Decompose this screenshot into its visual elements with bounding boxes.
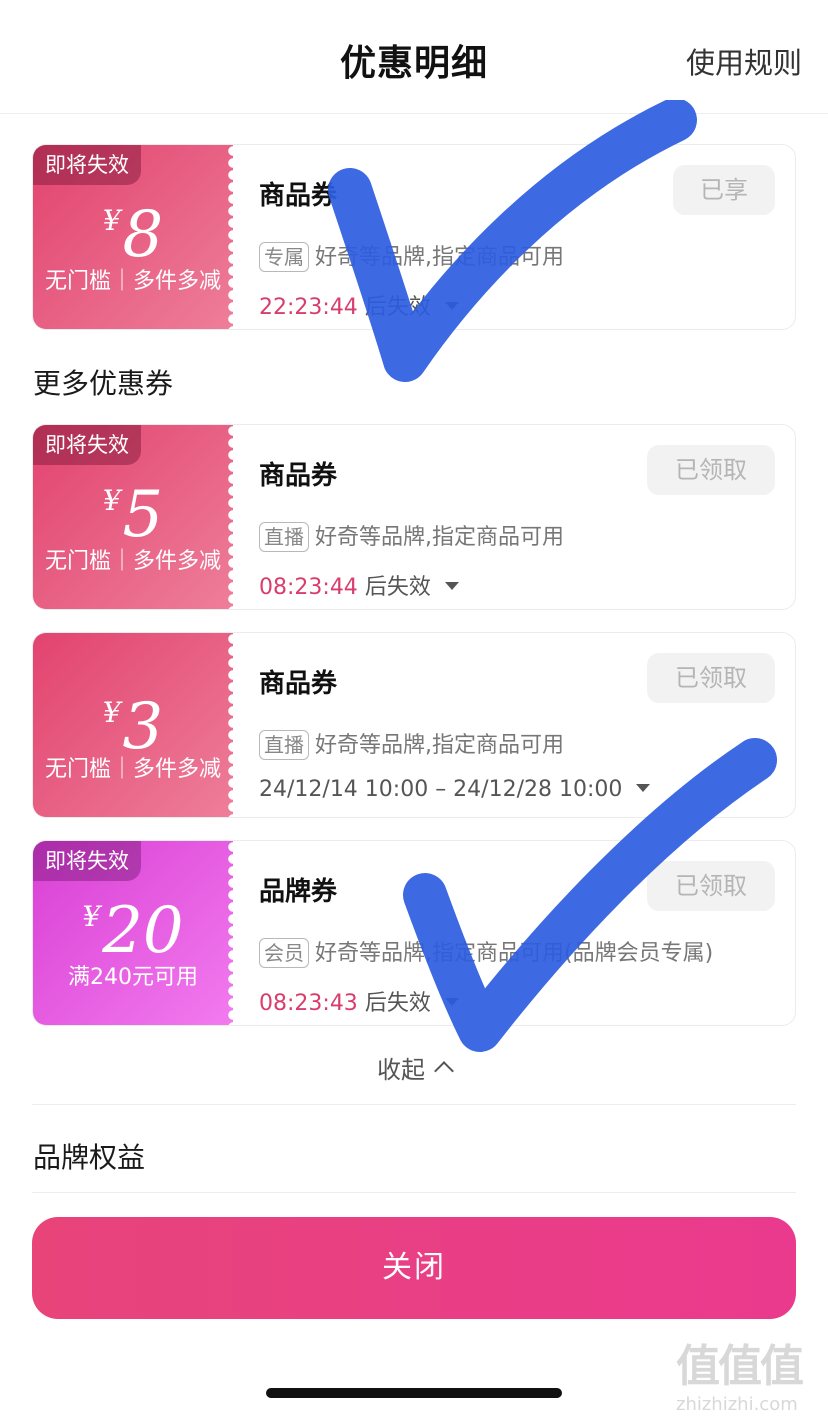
coupon-card[interactable]: 即将失效 ¥8 无门槛｜多件多减 商品券 已享 专属 好奇等品牌,指定商品可用 2… — [32, 144, 796, 330]
expiring-badge: 即将失效 — [33, 145, 141, 185]
coupon-stub: 即将失效 ¥20 满240元可用 — [33, 841, 233, 1025]
coupon-card[interactable]: 即将失效 ¥5 无门槛｜多件多减 商品券 已领取 直播 好奇等品牌,指定商品可用 … — [32, 424, 796, 610]
coupon-description: 直播 好奇等品牌,指定商品可用 — [259, 727, 564, 760]
coupon-description: 直播 好奇等品牌,指定商品可用 — [259, 519, 564, 552]
coupon-name: 商品券 — [259, 181, 338, 211]
currency-symbol: ¥ — [102, 204, 121, 237]
home-indicator — [266, 1388, 562, 1398]
dropdown-caret-icon — [444, 998, 459, 1006]
coupon-time-toggle[interactable]: 08:23:43 后失效 — [259, 985, 459, 1017]
close-button[interactable]: 关闭 — [32, 1217, 796, 1319]
coupon-name: 商品券 — [259, 461, 338, 491]
usage-rules-link[interactable]: 使用规则 — [686, 40, 802, 82]
perforation-edge — [227, 425, 233, 609]
coupon-amount: ¥5 — [33, 465, 233, 551]
expiring-badge: 即将失效 — [33, 841, 141, 881]
amount-value: 8 — [122, 198, 164, 272]
coupon-body: 商品券 已享 专属 好奇等品牌,指定商品可用 22:23:44 后失效 — [259, 145, 795, 329]
coupon-body: 商品券 已领取 直播 好奇等品牌,指定商品可用 08:23:44 后失效 — [259, 425, 795, 609]
coupon-detail-sheet: 优惠明细 使用规则 即将失效 ¥8 无门槛｜多件多减 商品券 已享 专属 好奇等品… — [0, 0, 828, 1416]
currency-symbol: ¥ — [82, 900, 101, 933]
coupon-claimed-button[interactable]: 已领取 — [647, 653, 775, 703]
perforation-edge — [227, 633, 233, 817]
section-divider — [32, 1104, 796, 1105]
site-watermark: 值值值 zhizhizhi.com — [676, 1330, 822, 1415]
coupon-card[interactable]: ¥3 无门槛｜多件多减 商品券 已领取 直播 好奇等品牌,指定商品可用 24/12… — [32, 632, 796, 818]
perforation-edge — [227, 841, 233, 1025]
coupon-time-toggle[interactable]: 22:23:44 后失效 — [259, 289, 459, 321]
dropdown-caret-icon — [444, 302, 459, 310]
sheet-header: 优惠明细 使用规则 — [0, 0, 828, 114]
coupon-tag: 会员 — [259, 938, 309, 968]
coupon-desc-text: 好奇等品牌,指定商品可用(品牌会员专属) — [315, 941, 714, 966]
coupon-tag: 专属 — [259, 242, 309, 272]
coupon-stub: ¥3 无门槛｜多件多减 — [33, 633, 233, 817]
coupon-status-button[interactable]: 已享 — [673, 165, 775, 215]
coupon-claimed-button[interactable]: 已领取 — [647, 445, 775, 495]
more-coupons-heading: 更多优惠券 — [33, 367, 174, 400]
coupon-desc-text: 好奇等品牌,指定商品可用 — [315, 245, 564, 270]
coupon-card[interactable]: 即将失效 ¥20 满240元可用 品牌券 已领取 会员 好奇等品牌,指定商品可用(… — [32, 840, 796, 1026]
coupon-desc-text: 好奇等品牌,指定商品可用 — [315, 733, 564, 758]
dropdown-caret-icon — [636, 784, 651, 792]
currency-symbol: ¥ — [102, 484, 121, 517]
currency-symbol: ¥ — [102, 696, 121, 729]
coupon-condition: 满240元可用 — [68, 965, 198, 990]
collapse-toggle[interactable]: 收起 — [0, 1050, 828, 1085]
coupon-description: 专属 好奇等品牌,指定商品可用 — [259, 239, 564, 272]
section-divider — [32, 1192, 796, 1193]
coupon-condition: 无门槛｜多件多减 — [44, 269, 221, 294]
coupon-time-toggle[interactable]: 24/12/14 10:00 – 24/12/28 10:00 — [259, 777, 651, 802]
watermark-url: zhizhizhi.com — [676, 1394, 798, 1415]
expire-suffix: 后失效 — [364, 295, 431, 320]
perforation-edge — [227, 145, 233, 329]
dropdown-caret-icon — [444, 582, 459, 590]
validity-range: 24/12/14 10:00 – 24/12/28 10:00 — [259, 777, 623, 802]
coupon-tag: 直播 — [259, 730, 309, 760]
expire-suffix: 后失效 — [364, 991, 431, 1016]
coupon-amount: ¥20 — [33, 881, 233, 967]
countdown-timer: 08:23:44 — [259, 575, 358, 600]
watermark-logo: 值值值 — [676, 1341, 804, 1392]
chevron-up-icon — [434, 1061, 454, 1081]
coupon-claimed-button[interactable]: 已领取 — [647, 861, 775, 911]
coupon-name: 商品券 — [259, 669, 338, 699]
coupon-description: 会员 好奇等品牌,指定商品可用(品牌会员专属) — [259, 935, 713, 968]
countdown-timer: 08:23:43 — [259, 991, 358, 1016]
coupon-tag: 直播 — [259, 522, 309, 552]
collapse-label: 收起 — [377, 1056, 425, 1084]
coupon-desc-text: 好奇等品牌,指定商品可用 — [315, 525, 564, 550]
brand-benefits-heading[interactable]: 品牌权益 — [33, 1136, 145, 1176]
amount-value: 20 — [102, 894, 184, 968]
coupon-body: 商品券 已领取 直播 好奇等品牌,指定商品可用 24/12/14 10:00 – … — [259, 633, 795, 817]
amount-value: 5 — [122, 478, 164, 552]
coupon-amount: ¥8 — [33, 185, 233, 271]
countdown-timer: 22:23:44 — [259, 295, 358, 320]
coupon-stub: 即将失效 ¥8 无门槛｜多件多减 — [33, 145, 233, 329]
coupon-name: 品牌券 — [259, 877, 338, 907]
coupon-time-toggle[interactable]: 08:23:44 后失效 — [259, 569, 459, 601]
coupon-stub: 即将失效 ¥5 无门槛｜多件多减 — [33, 425, 233, 609]
coupon-condition: 无门槛｜多件多减 — [44, 549, 221, 574]
coupon-body: 品牌券 已领取 会员 好奇等品牌,指定商品可用(品牌会员专属) 08:23:43 … — [259, 841, 795, 1025]
expire-suffix: 后失效 — [364, 575, 431, 600]
expiring-badge: 即将失效 — [33, 425, 141, 465]
coupon-condition: 无门槛｜多件多减 — [44, 757, 221, 782]
